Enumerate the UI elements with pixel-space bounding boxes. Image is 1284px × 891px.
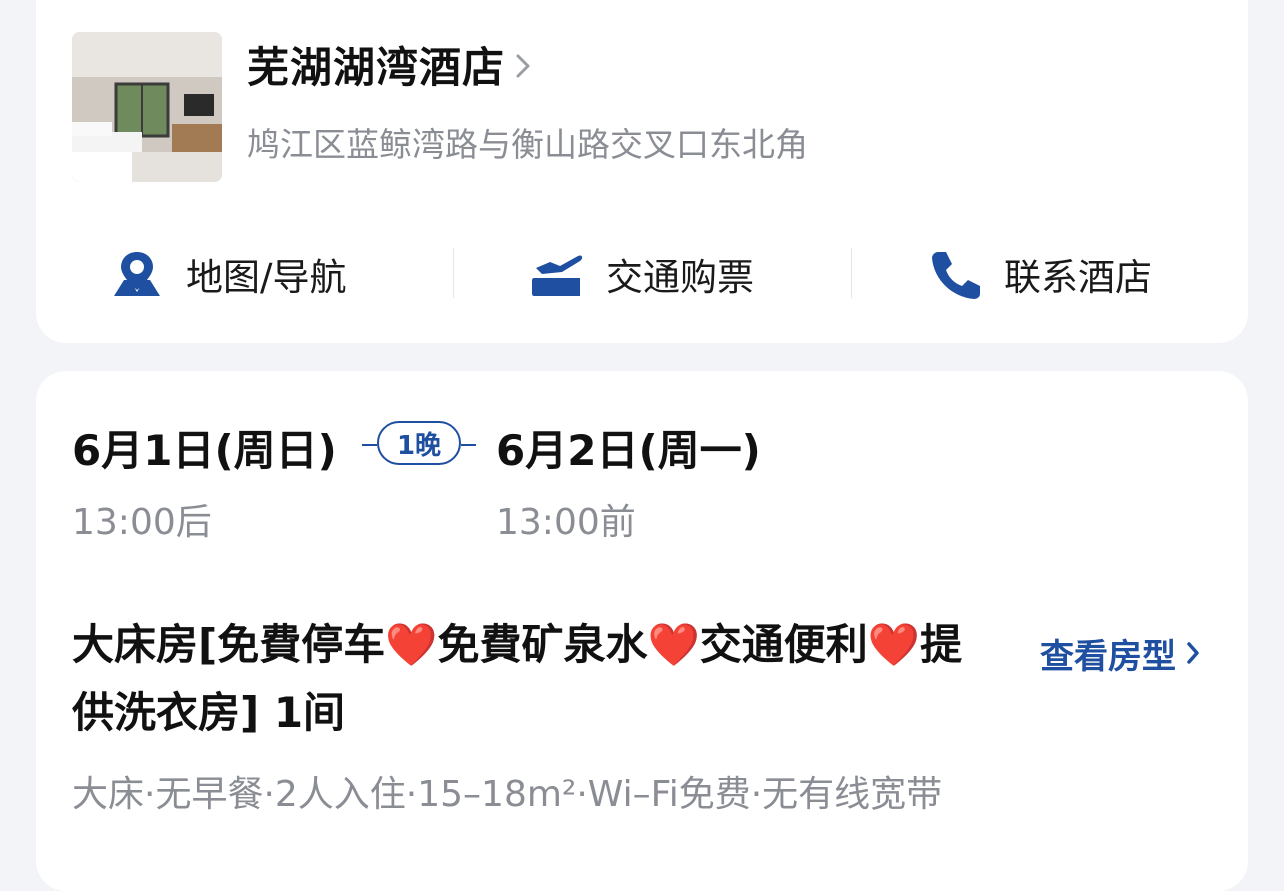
checkout-date: 6月2日(周一): [496, 426, 761, 475]
hotel-action-bar: 地图/导航 交通购票 联系酒店: [36, 248, 1248, 300]
phone-icon: [928, 248, 982, 300]
divider: [453, 248, 454, 298]
chevron-right-icon: [515, 40, 531, 89]
hotel-name-link[interactable]: 芜湖湖湾酒店: [247, 34, 531, 95]
nights-badge: 1晚: [377, 421, 461, 465]
map-pin-icon: [110, 248, 164, 300]
transport-ticket-label: 交通购票: [606, 256, 754, 299]
nights-line-left: [362, 444, 377, 446]
room-features: 大床·无早餐·2人入住·15–18m²·Wi–Fi免费·无有线宽带: [72, 774, 943, 815]
contact-hotel-label: 联系酒店: [1004, 256, 1152, 299]
hotel-room-photo: [72, 32, 222, 182]
view-room-type-link[interactable]: 查看房型: [1040, 629, 1200, 678]
contact-hotel-button[interactable]: 联系酒店: [928, 248, 1152, 300]
map-navigation-button[interactable]: 地图/导航: [110, 248, 346, 300]
view-room-type-label: 查看房型: [1040, 637, 1176, 677]
room-title: 大床房[免費停车❤️免費矿泉水❤️交通便利❤️提供洗衣房] 1间: [72, 620, 963, 737]
chevron-right-icon: [1186, 634, 1200, 674]
checkin-date: 6月1日(周日): [72, 426, 337, 475]
nights-indicator: 1晚: [362, 421, 478, 469]
checkout-time: 13:00前: [496, 502, 636, 543]
hotel-address: 鸠江区蓝鲸湾路与衡山路交叉口东北角: [247, 125, 808, 164]
map-navigation-label: 地图/导航: [186, 256, 347, 299]
transport-ticket-button[interactable]: 交通购票: [530, 248, 754, 300]
plane-ticket-icon: [530, 248, 584, 300]
booking-details-card: 6月1日(周日) 13:00后 1晚 6月2日(周一) 13:00前 大床房[免…: [36, 371, 1248, 891]
hotel-name: 芜湖湖湾酒店: [247, 43, 506, 92]
checkin-time: 13:00后: [72, 502, 212, 543]
hotel-thumbnail[interactable]: [72, 32, 222, 182]
nights-line-right: [461, 444, 476, 446]
hotel-info-card: 芜湖湖湾酒店 鸠江区蓝鲸湾路与衡山路交叉口东北角 地图/导航 交通购票 联系酒店: [36, 0, 1248, 343]
divider: [851, 248, 852, 298]
